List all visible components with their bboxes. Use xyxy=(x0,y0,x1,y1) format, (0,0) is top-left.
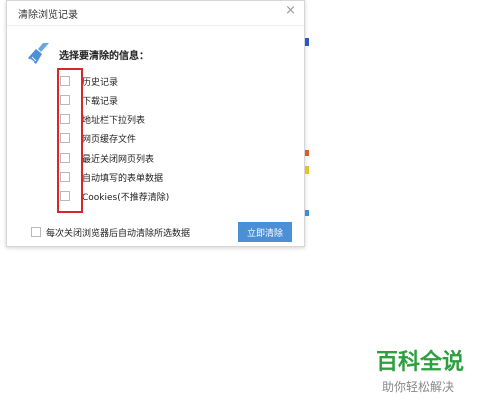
auto-clear-option[interactable]: 每次关闭浏览器后自动清除所选数据 xyxy=(31,227,231,241)
section-heading: 选择要清除的信息： xyxy=(59,51,149,62)
dialog-title: 清除浏览记录 xyxy=(18,10,78,21)
background-fragment xyxy=(305,166,309,174)
option-form-data[interactable]: 自动填写的表单数据 xyxy=(60,172,260,186)
cookies-checkbox[interactable] xyxy=(60,191,70,201)
option-address-bar[interactable]: 地址栏下拉列表 xyxy=(60,114,260,128)
cache-checkbox[interactable] xyxy=(60,133,70,143)
history-checkbox[interactable] xyxy=(60,76,70,86)
option-label: 最近关闭网页列表 xyxy=(82,155,155,165)
option-label: 网页缓存文件 xyxy=(82,135,137,145)
dialog-titlebar: 清除浏览记录 × xyxy=(7,1,304,26)
option-cache[interactable]: 网页缓存文件 xyxy=(60,133,260,147)
option-label: 下载记录 xyxy=(82,97,119,107)
option-label: 历史记录 xyxy=(82,78,119,88)
clear-history-dialog: 清除浏览记录 × 选择要清除的信息： 历史记录 下载记录 地址栏下拉列表 网页缓… xyxy=(6,0,305,247)
address-bar-checkbox[interactable] xyxy=(60,114,70,124)
watermark-subtitle: 助你轻松解决 xyxy=(382,380,455,394)
watermark-logo: 百科全说 助你轻松解决 xyxy=(376,344,464,395)
broom-icon xyxy=(28,43,49,64)
background-fragment xyxy=(305,38,309,46)
close-icon[interactable]: × xyxy=(285,3,296,18)
auto-clear-checkbox[interactable] xyxy=(31,227,41,237)
option-label: Cookies(不推荐清除) xyxy=(82,193,170,203)
clear-now-button[interactable]: 立即清除 xyxy=(238,222,292,242)
recently-closed-checkbox[interactable] xyxy=(60,153,70,163)
option-label: 地址栏下拉列表 xyxy=(82,116,146,126)
background-fragment xyxy=(305,210,309,216)
option-label: 自动填写的表单数据 xyxy=(82,174,164,184)
option-downloads[interactable]: 下载记录 xyxy=(60,95,260,109)
option-recently-closed[interactable]: 最近关闭网页列表 xyxy=(60,153,260,167)
option-cookies[interactable]: Cookies(不推荐清除) xyxy=(60,191,260,205)
watermark-title: 百科全说 xyxy=(376,350,465,375)
background-fragment xyxy=(305,150,309,156)
option-history[interactable]: 历史记录 xyxy=(60,76,260,90)
downloads-checkbox[interactable] xyxy=(60,95,70,105)
form-data-checkbox[interactable] xyxy=(60,172,70,182)
auto-clear-label: 每次关闭浏览器后自动清除所选数据 xyxy=(46,229,191,239)
